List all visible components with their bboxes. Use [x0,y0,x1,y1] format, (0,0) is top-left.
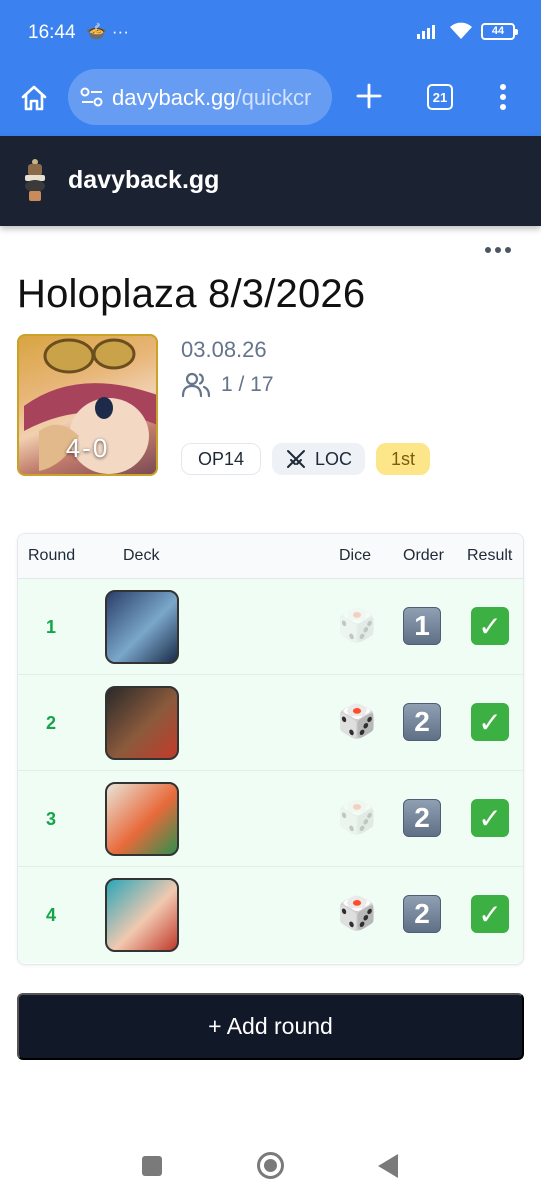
dice-icon: 🎲 [337,799,377,835]
player-count: 1 / 17 [181,372,274,398]
recents-icon[interactable] [142,1156,162,1176]
round-number: 3 [45,809,56,829]
site-header: davyback.gg [0,136,541,226]
player-count-text: 1 / 17 [221,373,274,396]
order-badge: 2 [403,703,441,741]
leader-card-image: 4-0 [17,334,158,476]
table-row[interactable]: 3 🎲 2 ✓ [18,771,523,867]
header-result: Result [467,547,513,564]
header-deck: Deck [123,547,160,564]
event-date: 03.08.26 [181,337,267,362]
result-win-icon: ✓ [471,799,509,837]
status-right-icons: 44 [417,22,518,40]
result-win-icon: ✓ [471,607,509,645]
menu-icon[interactable] [498,83,508,111]
dice-icon: 🎲 [337,895,377,931]
url-bar[interactable]: davyback.gg/quickcr [68,69,332,125]
site-brand[interactable]: davyback.gg [68,166,219,195]
round-number: 4 [45,905,56,925]
url-text: davyback.gg/quickcr [112,85,311,111]
table-row[interactable]: 2 🎲 2 ✓ [18,675,523,771]
battery-icon: 44 [481,22,518,40]
round-number: 2 [45,713,56,733]
deck-image[interactable] [105,878,179,952]
logo-icon[interactable] [20,156,50,202]
record-score: 4-0 [65,433,110,463]
system-nav-bar [0,1130,541,1199]
header-dice: Dice [339,547,372,564]
url-path: /quickcr [235,85,312,110]
result-win-icon: ✓ [471,895,509,933]
signal-icon [417,25,435,39]
set-badge: OP14 [181,443,262,475]
home-nav-icon[interactable] [257,1152,284,1179]
format-badge: LOC [272,443,366,475]
status-bar: 16:44 🍲 ··· 44 [0,0,541,66]
new-tab-icon[interactable] [355,82,383,110]
status-notification-icons: 🍲 ··· [86,22,129,41]
url-host: davyback.gg [112,85,236,110]
header-order: Order [403,547,444,564]
table-row[interactable]: 4 🎲 2 ✓ [18,867,523,963]
status-time: 16:44 [28,22,76,43]
site-settings-icon[interactable] [80,87,104,107]
event-badges: OP14 LOC 1st [181,443,431,475]
deck-image[interactable] [105,590,179,664]
placement-badge: 1st [376,443,431,475]
wifi-icon [450,22,472,39]
deck-image[interactable] [105,686,179,760]
result-win-icon: ✓ [471,703,509,741]
home-icon[interactable] [20,84,48,112]
round-number: 1 [45,617,56,637]
dice-icon: 🎲 [337,607,377,643]
add-round-button[interactable]: + Add round [17,993,524,1060]
browser-toolbar: davyback.gg/quickcr 21 [0,66,541,136]
tab-switcher-button[interactable]: 21 [427,84,453,110]
rounds-table: Round Deck Dice Order Result 1 🎲 1 ✓ 2 🎲 2 ✓ 3 🎲 2… [17,533,524,965]
deck-image[interactable] [105,782,179,856]
header-round: Round [28,547,76,564]
crossed-swords-icon [287,450,306,468]
back-icon[interactable] [378,1154,398,1178]
order-badge: 2 [403,895,441,933]
table-row[interactable]: 1 🎲 1 ✓ [18,579,523,675]
order-badge: 2 [403,799,441,837]
table-header: Round Deck Dice Order Result [18,534,523,579]
page-title: Holoplaza 8/3/2026 [17,272,366,316]
dice-icon: 🎲 [337,703,377,739]
more-options-icon[interactable] [484,245,512,255]
users-icon [181,372,211,398]
order-badge: 1 [403,607,441,645]
format-badge-label: LOC [315,448,353,469]
